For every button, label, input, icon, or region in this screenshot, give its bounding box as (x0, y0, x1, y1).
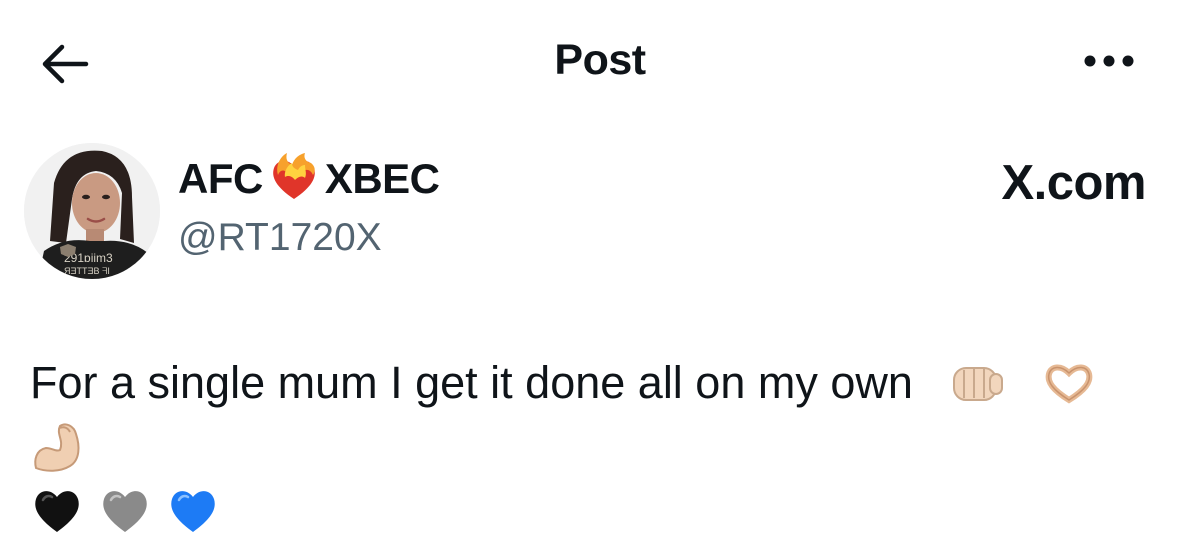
display-name-part1: AFC (178, 155, 263, 202)
grey-heart-icon (103, 491, 147, 532)
more-options-button[interactable] (1078, 46, 1142, 76)
top-bar: Post (0, 0, 1200, 120)
emoji-line-3 (30, 486, 220, 536)
oncoming-fist-icon (952, 367, 1003, 401)
heart-hands-icon (1045, 364, 1093, 404)
avatar[interactable]: 291ɒiim3 ЯƎTTƎB ᖷI (24, 143, 160, 279)
post-body: For a single mum I get it done all on my… (30, 357, 913, 408)
flexed-biceps-icon (34, 423, 80, 472)
post-text: For a single mum I get it done all on my… (30, 352, 1180, 414)
blue-heart-icon (171, 491, 215, 532)
source-label: X.com (1001, 156, 1146, 210)
display-name-part2: XBEC (324, 155, 440, 202)
page-title: Post (554, 36, 646, 84)
black-heart-icon (35, 491, 79, 532)
svg-text:ЯƎTTƎB ᖷI: ЯƎTTƎB ᖷI (64, 266, 110, 276)
author-handle[interactable]: @RT1720X (178, 216, 382, 260)
more-horizontal-icon (1084, 55, 1134, 67)
emoji-line-2 (30, 420, 88, 474)
author-display-name[interactable]: AFC XBEC (178, 153, 440, 205)
heart-on-fire-icon (273, 153, 315, 199)
profile-photo: 291ɒiim3 ЯƎTTƎB ᖷI (24, 143, 160, 279)
